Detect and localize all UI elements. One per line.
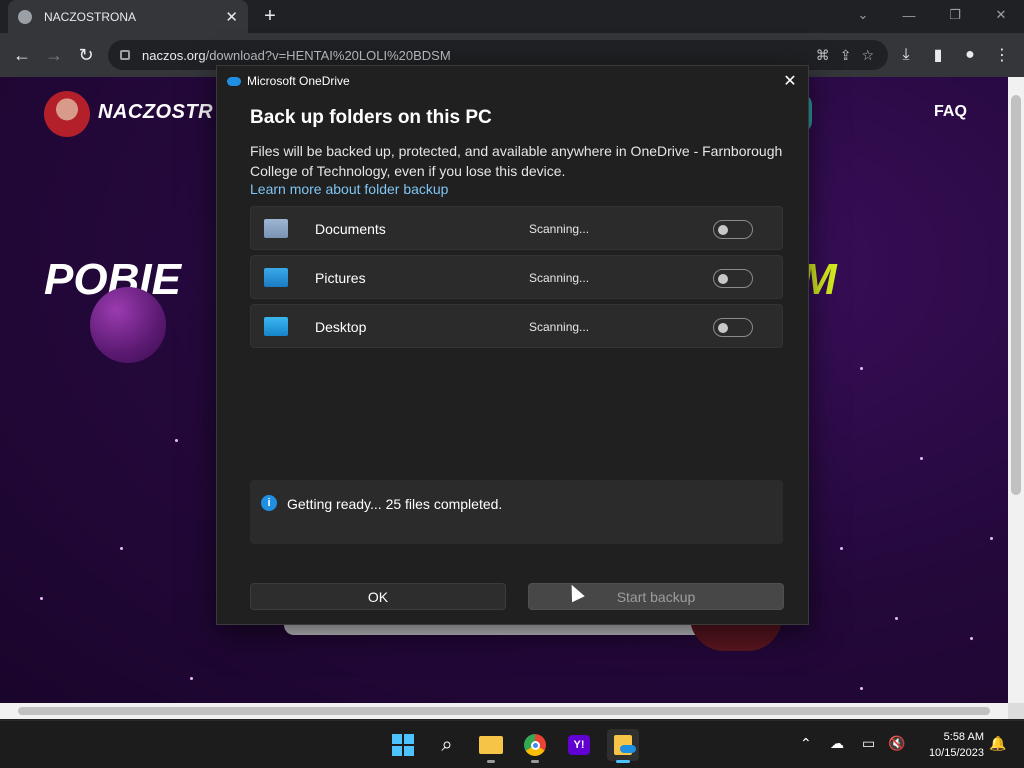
- window-close-button[interactable]: ✕: [978, 0, 1024, 30]
- pictures-backup-toggle[interactable]: [713, 269, 753, 288]
- star-decoration: [860, 367, 863, 370]
- desktop-folder-icon: [264, 317, 288, 336]
- nav-faq-link[interactable]: FAQ: [934, 103, 967, 121]
- site-logo-text[interactable]: NACZOSTR: [98, 101, 213, 124]
- lock-icon[interactable]: [120, 50, 130, 60]
- active-indicator: [616, 760, 630, 763]
- profile-icon[interactable]: ●: [956, 41, 984, 69]
- star-decoration: [895, 617, 898, 620]
- folder-row-desktop: Desktop Scanning...: [250, 304, 783, 348]
- dialog-heading: Back up folders on this PC: [250, 107, 492, 128]
- folder-name: Pictures: [315, 270, 366, 286]
- reload-icon[interactable]: ↻: [72, 41, 100, 69]
- running-indicator: [487, 760, 495, 763]
- vertical-scrollbar[interactable]: [1008, 77, 1024, 703]
- pictures-folder-icon: [264, 268, 288, 287]
- decorative-planet: [90, 287, 166, 363]
- star-decoration: [840, 547, 843, 550]
- toggle-knob: [718, 323, 728, 333]
- yahoo-app-icon[interactable]: Y!: [563, 729, 595, 761]
- share-icon[interactable]: ⇪: [840, 47, 852, 64]
- site-logo-avatar[interactable]: [44, 91, 90, 137]
- folder-name: Desktop: [315, 319, 367, 335]
- menu-kebab-icon[interactable]: ⋮: [988, 41, 1016, 69]
- system-clock[interactable]: 5:58 AM 10/15/2023: [914, 729, 984, 761]
- folder-name: Documents: [315, 221, 386, 237]
- side-panel-icon[interactable]: ▮: [924, 41, 952, 69]
- star-decoration: [860, 687, 863, 690]
- file-explorer-icon[interactable]: [475, 729, 507, 763]
- folder-row-documents: Documents Scanning...: [250, 206, 783, 250]
- tab-title: NACZOSTRONA: [44, 9, 137, 24]
- network-icon[interactable]: ▭: [862, 735, 875, 752]
- tab-search-chevron-icon[interactable]: ⌄: [840, 0, 886, 30]
- learn-more-link[interactable]: Learn more about folder backup: [250, 181, 448, 197]
- star-decoration: [990, 537, 993, 540]
- clock-time: 5:58 AM: [943, 731, 984, 743]
- folder-status: Scanning...: [529, 320, 590, 334]
- folder-status: Scanning...: [529, 222, 590, 236]
- translate-icon[interactable]: ⌘: [816, 47, 830, 64]
- star-decoration: [175, 439, 178, 442]
- chrome-icon[interactable]: [519, 729, 551, 763]
- toggle-knob: [718, 274, 728, 284]
- new-tab-button[interactable]: +: [258, 4, 282, 28]
- dialog-app-title: Microsoft OneDrive: [247, 74, 350, 88]
- browser-tabbar: NACZOSTRONA ✕ + ⌄ — ❐ ✕: [0, 0, 1024, 33]
- dialog-description: Files will be backed up, protected, and …: [250, 143, 783, 179]
- folder-row-pictures: Pictures Scanning...: [250, 255, 783, 299]
- documents-backup-toggle[interactable]: [713, 220, 753, 239]
- chrome-logo: [524, 734, 546, 756]
- tab-close-icon[interactable]: ✕: [225, 8, 238, 26]
- windows-taskbar: ⌕ Y! ⌃ ☁ ▭ 🔇 5:58 AM 10/15/2023 🔔: [0, 720, 1024, 768]
- info-icon: i: [261, 495, 277, 511]
- backup-progress-text: Getting ready... 25 files completed.: [287, 496, 503, 512]
- windows-logo-icon: [392, 734, 414, 756]
- volume-muted-icon[interactable]: 🔇: [888, 735, 905, 752]
- search-icon[interactable]: ⌕: [431, 729, 463, 761]
- start-button[interactable]: [387, 729, 419, 761]
- minimize-button[interactable]: —: [886, 0, 932, 30]
- onedrive-backup-dialog: Microsoft OneDrive ✕ Back up folders on …: [216, 65, 809, 625]
- folder-shape: [479, 736, 503, 754]
- url-path: /download?v=HENTAI%20LOLI%20BDSM: [205, 47, 451, 63]
- documents-folder-icon: [264, 219, 288, 238]
- yahoo-logo: Y!: [568, 735, 590, 755]
- star-decoration: [190, 677, 193, 680]
- browser-tab[interactable]: NACZOSTRONA ✕: [8, 0, 248, 33]
- onedrive-tray-icon[interactable]: ☁: [830, 735, 844, 752]
- scrollbar-corner: [1008, 703, 1024, 719]
- dialog-close-button[interactable]: ✕: [778, 70, 802, 92]
- notification-bell-icon[interactable]: 🔔: [989, 735, 1006, 752]
- show-hidden-icons-chevron-icon[interactable]: ⌃: [800, 735, 812, 752]
- restore-button[interactable]: ❐: [932, 0, 978, 30]
- clock-date: 10/15/2023: [928, 747, 984, 759]
- ok-button[interactable]: OK: [250, 583, 506, 610]
- forward-arrow-icon[interactable]: →: [40, 41, 68, 69]
- onedrive-cloud-icon: [227, 76, 241, 86]
- backup-info-box: i Getting ready... 25 files completed.: [250, 480, 783, 544]
- horizontal-scroll-thumb[interactable]: [18, 707, 990, 715]
- bookmark-star-icon[interactable]: ☆: [861, 47, 874, 64]
- toggle-knob: [718, 225, 728, 235]
- vertical-scroll-thumb[interactable]: [1011, 95, 1021, 495]
- back-arrow-icon[interactable]: ←: [8, 41, 36, 69]
- dialog-titlebar: Microsoft OneDrive: [217, 66, 808, 96]
- site-favicon-icon: [18, 9, 32, 24]
- onedrive-taskbar-icon[interactable]: [607, 729, 639, 763]
- folder-status: Scanning...: [529, 271, 590, 285]
- download-icon[interactable]: ⤓: [892, 41, 920, 69]
- star-decoration: [920, 457, 923, 460]
- desktop-backup-toggle[interactable]: [713, 318, 753, 337]
- star-decoration: [970, 637, 973, 640]
- url-domain: naczos.org: [142, 47, 206, 63]
- star-decoration: [40, 597, 43, 600]
- horizontal-scrollbar[interactable]: [0, 703, 1008, 719]
- onedrive-folder-logo: [614, 735, 636, 755]
- star-decoration: [120, 547, 123, 550]
- running-indicator: [531, 760, 539, 763]
